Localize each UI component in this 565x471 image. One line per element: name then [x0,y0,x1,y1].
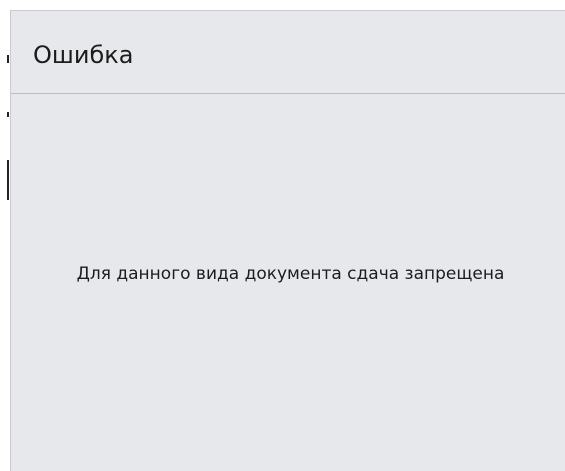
background-window-edge [0,0,10,471]
dialog-body: Для данного вида документа сдача запреще… [11,94,565,471]
dialog-header: Ошибка [11,11,565,94]
screen: Ошибка Для данного вида документа сдача … [0,0,565,471]
error-dialog: Ошибка Для данного вида документа сдача … [10,10,565,471]
error-message: Для данного вида документа сдача запреще… [76,264,505,284]
edge-mark [7,112,9,117]
dialog-title: Ошибка [33,41,134,69]
edge-mark [7,55,9,63]
edge-mark [7,160,9,200]
